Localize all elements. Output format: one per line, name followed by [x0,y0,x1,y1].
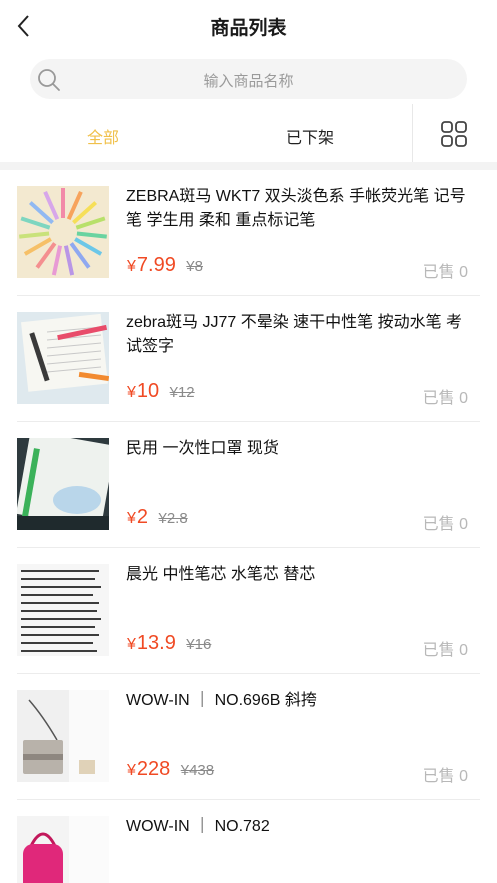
original-price: ¥2.8 [158,510,188,527]
sold-count: 已售 0 [422,390,468,407]
price-row: ¥228 ¥438 [127,758,214,781]
current-price: ¥13.9 [127,632,176,654]
price-row: ¥7.99 ¥8 [127,254,203,277]
price-row: ¥2 ¥2.8 [127,506,188,529]
product-item[interactable]: 晨光 中性笔芯 水笔芯 替芯 ¥13.9 ¥16 已售 0 [0,548,497,674]
product-image [17,816,109,883]
search-input[interactable]: 输入商品名称 [30,70,467,91]
page-title: 商品列表 [210,18,287,39]
original-price: ¥438 [180,762,215,779]
product-image [17,438,109,530]
product-item[interactable]: ZEBRA斑马 WKT7 双头淡色系 手帐荧光笔 记号笔 学生用 柔和 重点标记… [0,170,497,296]
section-separator [0,162,497,170]
sold-count: 已售 0 [422,768,468,785]
tab-all[interactable]: 全部 [87,124,119,148]
nav-bar: 商品列表 [0,0,497,56]
current-price: ¥10 [127,380,160,402]
tab-divider [412,104,413,162]
current-price: ¥7.99 [127,254,176,276]
original-price: ¥8 [186,258,203,275]
price-row: ¥10 ¥12 [127,380,195,403]
product-image [17,690,109,782]
tab-bar: 全部 已下架 [0,104,497,162]
product-list: ZEBRA斑马 WKT7 双头淡色系 手帐荧光笔 记号笔 学生用 柔和 重点标记… [0,170,497,883]
tab-delisted[interactable]: 已下架 [286,124,334,148]
current-price: ¥2 [127,506,149,528]
product-item[interactable]: WOW-IN ｜ NO.696B 斜挎 ¥228 ¥438 已售 0 [0,674,497,800]
product-image [17,312,109,404]
sold-count: 已售 0 [422,516,468,533]
product-name: 晨光 中性笔芯 水笔芯 替芯 [126,566,316,583]
product-name: zebra斑马 JJ77 不晕染 速干中性笔 按动水笔 考试签字 [126,314,463,355]
product-item[interactable]: 民用 一次性口罩 现货 ¥2 ¥2.8 已售 0 [0,422,497,548]
product-image [17,564,109,656]
product-name: WOW-IN ｜ NO.782 [126,818,270,835]
original-price: ¥16 [186,636,212,653]
price-row: ¥13.9 ¥16 [127,632,211,655]
original-price: ¥12 [169,384,195,401]
product-name: 民用 一次性口罩 现货 [126,440,279,457]
product-image [17,186,109,278]
product-item[interactable]: zebra斑马 JJ77 不晕染 速干中性笔 按动水笔 考试签字 ¥10 ¥12… [0,296,497,422]
product-item[interactable]: WOW-IN ｜ NO.782 [0,800,497,883]
product-name: WOW-IN ｜ NO.696B 斜挎 [126,692,317,709]
grid-view-icon[interactable] [440,120,468,148]
sold-count: 已售 0 [422,642,468,659]
search-bar[interactable]: 输入商品名称 [30,59,467,99]
sold-count: 已售 0 [422,264,468,281]
current-price: ¥228 [127,758,171,780]
product-name: ZEBRA斑马 WKT7 双头淡色系 手帐荧光笔 记号笔 学生用 柔和 重点标记… [126,188,466,229]
